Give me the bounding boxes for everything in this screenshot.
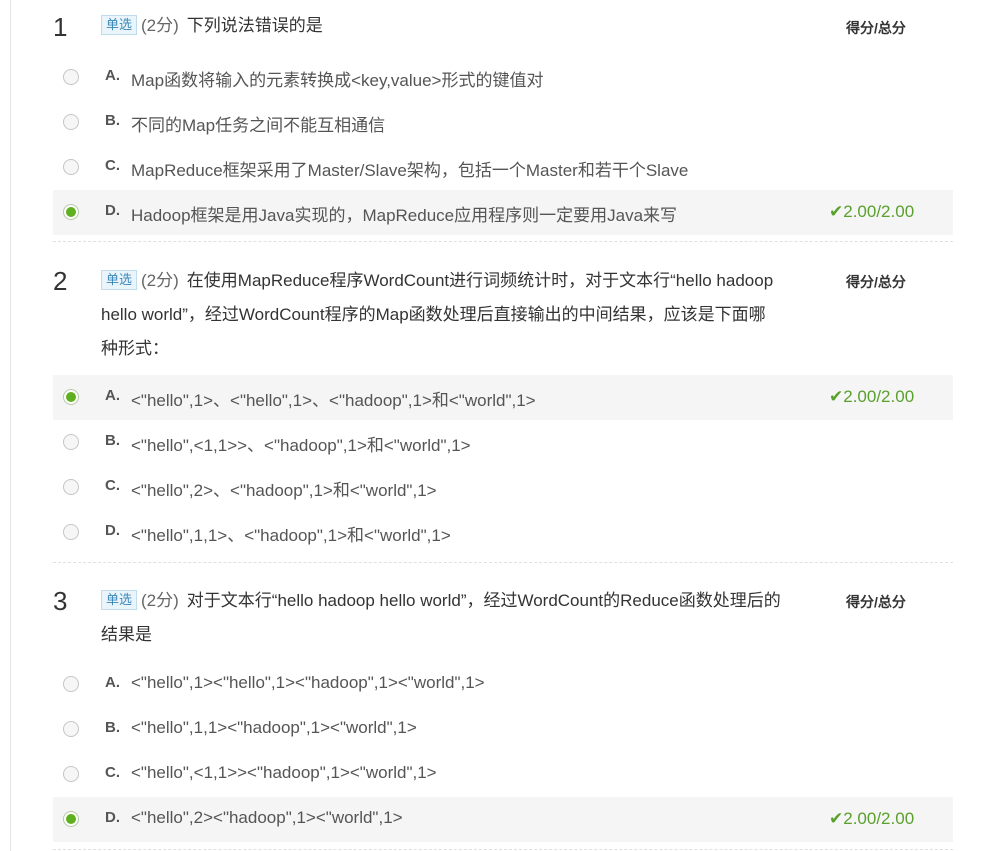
radio-icon[interactable] xyxy=(63,479,79,495)
option-letter: B. xyxy=(105,112,120,129)
radio-selected-icon[interactable] xyxy=(63,389,79,405)
option-text: MapReduce框架采用了Master/Slave架构，包括一个Master和… xyxy=(131,161,689,180)
option-letter: A. xyxy=(105,67,120,84)
question-points: (2分) xyxy=(141,16,179,35)
option-text: <"hello",2><"hadoop",1><"world",1> xyxy=(131,808,403,827)
option-d[interactable]: D. Hadoop框架是用Java实现的，MapReduce应用程序则一定要用J… xyxy=(53,190,953,235)
radio-icon[interactable] xyxy=(63,69,79,85)
score-header: 得分/总分 xyxy=(846,594,906,610)
option-text: <"hello",2>、<"hadoop",1>和<"world",1> xyxy=(131,481,437,500)
question-stem: 单选 (2分) 对于文本行“hello hadoop hello world”，经过… xyxy=(101,584,781,652)
score-value: 2.00/2.00 xyxy=(843,809,915,828)
question-type-badge: 单选 xyxy=(101,590,138,610)
option-c[interactable]: C. <"hello",2>、<"hadoop",1>和<"world",1> xyxy=(53,465,953,510)
option-text: Map函数将输入的元素转换成<key,value>形式的键值对 xyxy=(131,71,544,90)
option-text: <"hello",<1,1>><"hadoop",1><"world",1> xyxy=(131,763,437,782)
question-text: 对于文本行“hello hadoop hello world”，经过WordCo… xyxy=(101,591,781,644)
option-d[interactable]: D. <"hello",2><"hadoop",1><"world",1> ✔2… xyxy=(53,797,953,842)
option-d[interactable]: D. <"hello",1,1>、<"hadoop",1>和<"world",1… xyxy=(53,510,953,555)
option-text: Hadoop框架是用Java实现的，MapReduce应用程序则一定要用Java… xyxy=(131,206,678,225)
option-text: <"hello",<1,1>>、<"hadoop",1>和<"world",1> xyxy=(131,436,471,455)
question-type-badge: 单选 xyxy=(101,15,138,35)
option-text: <"hello",1,1><"hadoop",1><"world",1> xyxy=(131,718,417,737)
question-stem: 单选 (2分) 下列说法错误的是 xyxy=(101,9,781,43)
radio-icon[interactable] xyxy=(63,766,79,782)
option-b[interactable]: B. <"hello",<1,1>>、<"hadoop",1>和<"world"… xyxy=(53,420,953,465)
option-letter: C. xyxy=(105,764,120,781)
option-text: 不同的Map任务之间不能互相通信 xyxy=(131,116,386,135)
option-b[interactable]: B. <"hello",1,1><"hadoop",1><"world",1> xyxy=(53,707,953,752)
radio-icon[interactable] xyxy=(63,676,79,692)
option-score: ✔2.00/2.00 xyxy=(829,387,914,407)
option-letter: C. xyxy=(105,477,120,494)
option-letter: B. xyxy=(105,432,120,449)
option-text: <"hello",1>、<"hello",1>、<"hadoop",1>和<"w… xyxy=(131,391,536,410)
option-c[interactable]: C. <"hello",<1,1>><"hadoop",1><"world",1… xyxy=(53,752,953,797)
check-icon: ✔ xyxy=(829,387,844,406)
question-points: (2分) xyxy=(141,271,179,290)
option-letter: D. xyxy=(105,202,120,219)
radio-icon[interactable] xyxy=(63,434,79,450)
radio-selected-icon[interactable] xyxy=(63,204,79,220)
score-value: 2.00/2.00 xyxy=(843,202,915,221)
question-stem: 单选 (2分) 在使用MapReduce程序WordCount进行词频统计时，对于文… xyxy=(101,264,781,366)
radio-selected-icon[interactable] xyxy=(63,811,79,827)
question-text: 下列说法错误的是 xyxy=(186,16,323,35)
check-icon: ✔ xyxy=(829,809,844,828)
question-text: 在使用MapReduce程序WordCount进行词频统计时，对于文本行“hel… xyxy=(101,271,774,358)
option-letter: A. xyxy=(105,387,120,404)
option-letter: C. xyxy=(105,157,120,174)
check-icon: ✔ xyxy=(829,202,844,221)
option-letter: A. xyxy=(105,674,120,691)
question-number: 1 xyxy=(53,12,68,42)
question-divider xyxy=(53,849,953,850)
question-number: 3 xyxy=(53,586,68,616)
option-a[interactable]: A. <"hello",1><"hello",1><"hadoop",1><"w… xyxy=(53,662,953,707)
score-value: 2.00/2.00 xyxy=(843,387,915,406)
radio-icon[interactable] xyxy=(63,114,79,130)
score-header: 得分/总分 xyxy=(846,274,906,290)
question-divider xyxy=(53,562,953,563)
left-border xyxy=(10,0,11,851)
score-header: 得分/总分 xyxy=(846,20,906,36)
option-a[interactable]: A. <"hello",1>、<"hello",1>、<"hadoop",1>和… xyxy=(53,375,953,420)
question-divider xyxy=(53,241,953,242)
option-letter: B. xyxy=(105,719,120,736)
question-points: (2分) xyxy=(141,591,179,610)
option-letter: D. xyxy=(105,809,120,826)
option-score: ✔2.00/2.00 xyxy=(829,809,914,829)
radio-icon[interactable] xyxy=(63,159,79,175)
option-score: ✔2.00/2.00 xyxy=(829,202,914,222)
option-text: <"hello",1><"hello",1><"hadoop",1><"worl… xyxy=(131,673,485,692)
option-c[interactable]: C. MapReduce框架采用了Master/Slave架构，包括一个Mast… xyxy=(53,145,953,190)
radio-icon[interactable] xyxy=(63,524,79,540)
question-type-badge: 单选 xyxy=(101,270,138,290)
question-number: 2 xyxy=(53,266,68,296)
option-b[interactable]: B. 不同的Map任务之间不能互相通信 xyxy=(53,100,953,145)
option-text: <"hello",1,1>、<"hadoop",1>和<"world",1> xyxy=(131,526,451,545)
option-letter: D. xyxy=(105,522,120,539)
radio-icon[interactable] xyxy=(63,721,79,737)
option-a[interactable]: A. Map函数将输入的元素转换成<key,value>形式的键值对 xyxy=(53,55,953,100)
